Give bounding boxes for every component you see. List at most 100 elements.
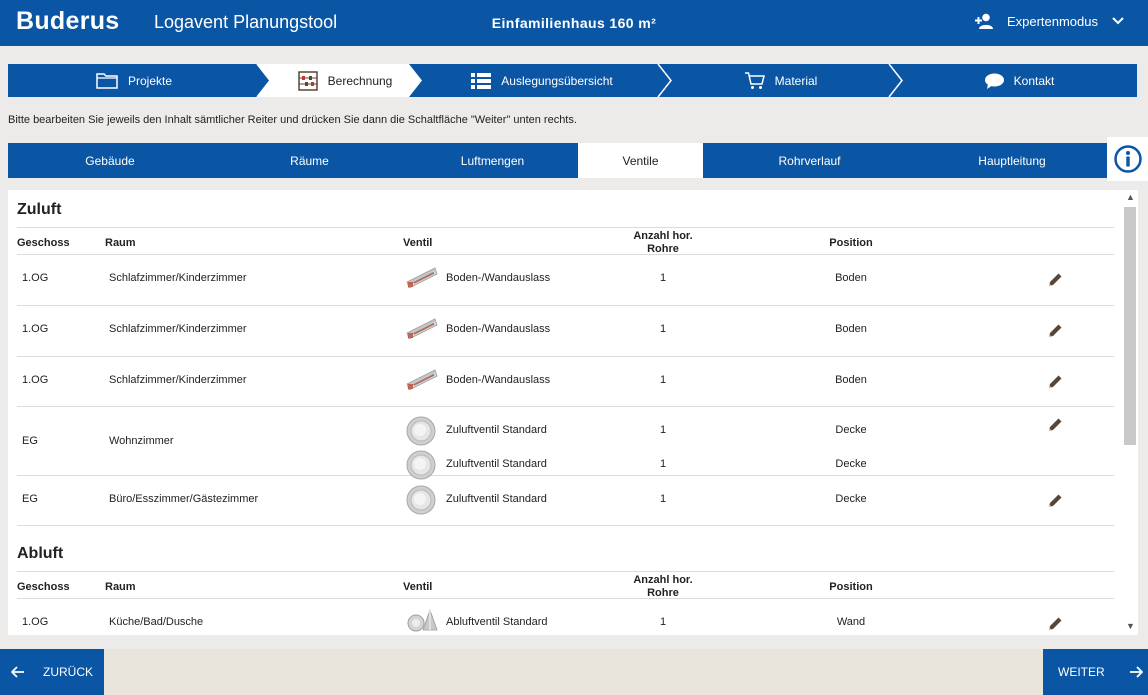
cell-anzahl: 1: [659, 493, 667, 505]
col-raum: Raum: [105, 581, 136, 593]
chat-icon: [984, 73, 1004, 89]
step-projekte-label: Projekte: [127, 73, 173, 88]
col-anzahl-line1: Anzahl hor.: [633, 574, 693, 586]
scroll-up-arrow-icon[interactable]: ▲: [1126, 192, 1135, 202]
expert-mode-menu[interactable]: Expertenmodus: [974, 13, 1124, 29]
cell-position: Boden: [835, 323, 867, 335]
cell-raum: Büro/Esszimmer/Gästezimmer: [109, 493, 259, 505]
cell-ventil[interactable]: Boden-/Wandauslass: [446, 323, 550, 335]
valve-product-icon: [406, 416, 436, 449]
zuluft-title: Zuluft: [17, 201, 62, 218]
col-anzahl-line2: Rohre: [647, 587, 679, 599]
cell-geschoss: EG: [22, 435, 38, 447]
step-auslegungsuebersicht[interactable]: Auslegungsübersicht: [422, 64, 662, 97]
app-header: Buderus Logavent Planungstool Einfamilie…: [0, 0, 1148, 46]
cell-geschoss: 1.OG: [22, 616, 49, 628]
step-navigation: Projekte Berechnung Auslegungsübersicht …: [8, 64, 1137, 97]
edit-pencil-icon[interactable]: [1047, 323, 1063, 342]
cell-raum: Schlafzimmer/Kinderzimmer: [109, 272, 247, 284]
valve-table-panel: Zuluft Geschoss Raum Ventil Anzahl hor. …: [8, 190, 1138, 635]
cell-ventil[interactable]: Boden-/Wandauslass: [446, 374, 550, 386]
valve-product-icon: [406, 608, 438, 635]
edit-pencil-icon[interactable]: [1047, 616, 1063, 635]
tab-rohrverlauf[interactable]: Rohrverlauf: [703, 143, 916, 178]
col-ventil: Ventil: [403, 237, 433, 249]
cell-raum: Küche/Bad/Dusche: [109, 616, 204, 628]
info-icon: [1113, 145, 1142, 173]
tab-bar: Gebäude Räume Luftmengen Ventile Rohrver…: [8, 143, 1108, 178]
arrow-left-icon: [11, 666, 24, 678]
col-ventil: Ventil: [403, 581, 433, 593]
step-kontakt[interactable]: Kontakt: [902, 64, 1137, 97]
footer-bar: ZURÜCK WEITER: [0, 649, 1148, 695]
step-projekte[interactable]: Projekte: [8, 64, 260, 97]
col-anzahl-line2: Rohre: [647, 243, 679, 255]
table-row: EG Wohnzimmer Zuluftventil Standard 1 Decke Z…: [17, 407, 1114, 480]
tab-ventile[interactable]: Ventile: [578, 143, 703, 178]
scroll-down-arrow-icon[interactable]: ▼: [1126, 621, 1135, 631]
abluft-title: Abluft: [17, 545, 64, 562]
cell-ventil[interactable]: Boden-/Wandauslass: [446, 272, 550, 284]
step-auslegungsuebersicht-label: Auslegungsübersicht: [501, 73, 613, 88]
zuluft-table-header: Geschoss Raum Ventil Anzahl hor. Rohre P…: [17, 227, 1114, 255]
valve-product-icon: [406, 485, 436, 518]
col-position: Position: [829, 237, 873, 249]
cell-geschoss: 1.OG: [22, 323, 49, 335]
cell-position: Boden: [835, 374, 867, 386]
cell-position: Decke: [835, 424, 867, 436]
scroll-thumb[interactable]: [1124, 207, 1136, 445]
cell-geschoss: 1.OG: [22, 374, 49, 386]
edit-pencil-icon[interactable]: [1047, 374, 1063, 393]
step-berechnung-label: Berechnung: [327, 73, 393, 88]
cell-anzahl: 1: [659, 374, 667, 386]
cell-anzahl: 1: [659, 323, 667, 335]
cell-position: Boden: [835, 272, 867, 284]
step-kontakt-label: Kontakt: [1013, 73, 1055, 88]
abacus-icon: [297, 70, 318, 91]
scrollbar[interactable]: ▲ ▼: [1123, 190, 1138, 635]
cell-anzahl: 1: [659, 424, 667, 436]
tab-luftmengen[interactable]: Luftmengen: [407, 143, 578, 178]
table-row: 1.OG Schlafzimmer/Kinderzimmer Boden-/Wand…: [17, 306, 1114, 357]
tab-raeume[interactable]: Räume: [212, 143, 407, 178]
chevron-down-icon: [1112, 17, 1124, 25]
valve-product-icon: [406, 264, 438, 291]
next-button[interactable]: WEITER: [1043, 649, 1148, 695]
cell-geschoss: EG: [22, 493, 38, 505]
cell-ventil[interactable]: Abluftventil Standard: [446, 616, 548, 628]
info-button[interactable]: [1107, 137, 1148, 181]
valve-product-icon: [406, 315, 438, 342]
cell-position: Wand: [836, 616, 866, 628]
abluft-table-header: Geschoss Raum Ventil Anzahl hor. Rohre P…: [17, 571, 1114, 599]
cell-raum: Schlafzimmer/Kinderzimmer: [109, 323, 247, 335]
col-anzahl-line1: Anzahl hor.: [633, 230, 693, 242]
tab-hauptleitung[interactable]: Hauptleitung: [916, 143, 1108, 178]
instruction-text: Bitte bearbeiten Sie jeweils den Inhalt …: [8, 114, 577, 126]
table-row: 1.OG Schlafzimmer/Kinderzimmer Boden-/Wand…: [17, 357, 1114, 407]
col-geschoss: Geschoss: [17, 581, 70, 593]
arrow-right-icon: [1129, 666, 1143, 678]
cell-anzahl: 1: [659, 616, 667, 628]
col-geschoss: Geschoss: [17, 237, 70, 249]
table-row: 1.OG Schlafzimmer/Kinderzimmer Boden-/Wand…: [17, 255, 1114, 306]
edit-pencil-icon[interactable]: [1047, 417, 1063, 436]
col-position: Position: [829, 581, 873, 593]
step-berechnung[interactable]: Berechnung: [270, 64, 420, 97]
list-icon: [471, 72, 492, 89]
valve-product-icon: [406, 366, 438, 393]
step-material-label: Material: [774, 73, 818, 88]
expert-mode-label: Expertenmodus: [1006, 13, 1098, 29]
table-row: 1.OG Küche/Bad/Dusche Abluftventil Standar…: [17, 599, 1114, 635]
cell-anzahl: 1: [659, 272, 667, 284]
cell-ventil[interactable]: Zuluftventil Standard: [446, 493, 547, 505]
cell-ventil[interactable]: Zuluftventil Standard: [446, 458, 547, 470]
cell-position: Decke: [835, 458, 867, 470]
edit-pencil-icon[interactable]: [1047, 493, 1063, 512]
cell-ventil[interactable]: Zuluftventil Standard: [446, 424, 547, 436]
step-material[interactable]: Material: [671, 64, 891, 97]
tab-gebaeude[interactable]: Gebäude: [8, 143, 212, 178]
back-button[interactable]: ZURÜCK: [0, 649, 104, 695]
cell-anzahl: 1: [659, 458, 667, 470]
edit-pencil-icon[interactable]: [1047, 272, 1063, 291]
cart-icon: [744, 71, 765, 89]
